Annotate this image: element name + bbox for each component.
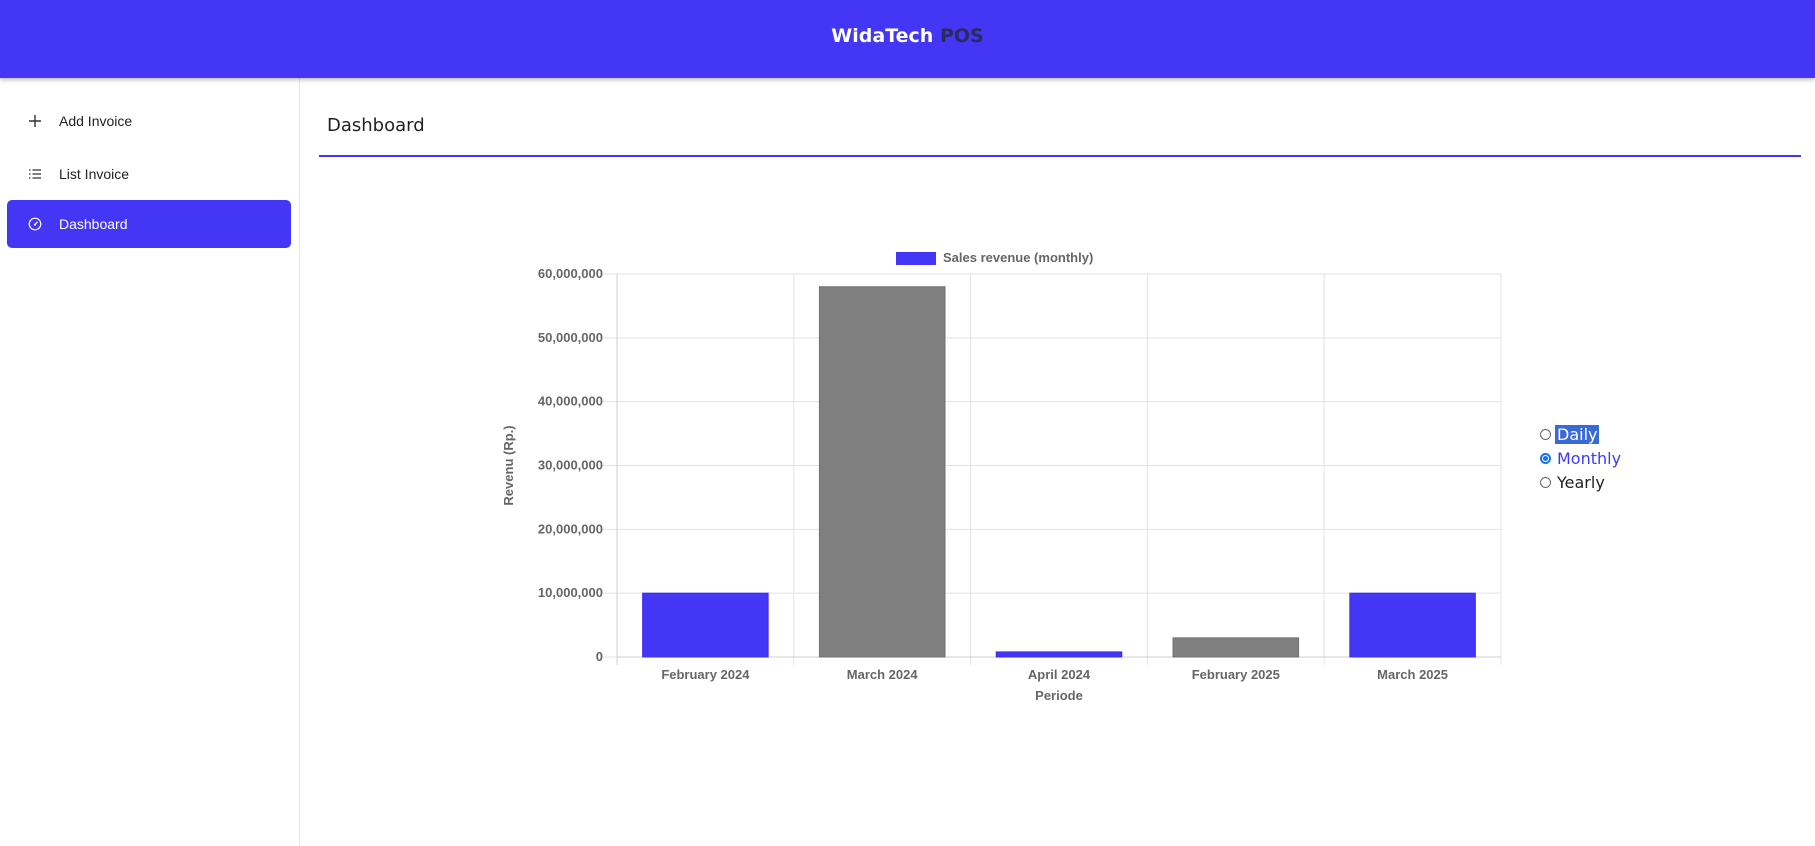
bar [818, 286, 946, 658]
y-tick-label: 60,000,000 [538, 266, 603, 281]
legend-label: Sales revenue (monthly) [943, 250, 1093, 265]
top-bar: WidaTech POS [0, 0, 1815, 78]
x-tick-label: March 2024 [847, 667, 919, 682]
radio-daily[interactable]: Daily [1540, 422, 1623, 446]
radio-yearly-label[interactable]: Yearly [1555, 473, 1607, 492]
sidebar-item-list-invoice[interactable]: List Invoice [7, 150, 291, 198]
sidebar-item-label: Dashboard [59, 216, 128, 232]
x-tick-label: February 2025 [1192, 667, 1280, 682]
radio-monthly-input[interactable] [1540, 452, 1551, 464]
x-tick-label: March 2025 [1377, 667, 1448, 682]
radio-monthly[interactable]: Monthly [1540, 446, 1623, 470]
legend-swatch [896, 252, 936, 265]
sidebar-item-label: List Invoice [59, 166, 130, 182]
list-icon [27, 166, 43, 182]
revenue-chart: 0 10,000,000 20,000,000 30,000,000 40,000,00… [501, 250, 1502, 703]
y-axis-title: Revenu (Rp.) [501, 425, 516, 505]
sidebar-item-dashboard[interactable]: Dashboard [7, 200, 291, 248]
y-tick-label: 0 [596, 649, 603, 664]
sidebar-item-label: Add Invoice [59, 113, 133, 129]
radio-monthly-label[interactable]: Monthly [1555, 449, 1623, 468]
brand-name: WidaTech [831, 25, 934, 47]
y-tick-label: 20,000,000 [538, 521, 603, 536]
bar [1172, 637, 1300, 658]
x-tick-label: April 2024 [1028, 667, 1091, 682]
sidebar: Add Invoice List Invoice Dashboard [0, 78, 300, 846]
bar [1349, 592, 1476, 658]
y-tick-label: 50,000,000 [538, 330, 603, 345]
gauge-icon [27, 216, 43, 232]
radio-yearly-input[interactable] [1540, 476, 1551, 488]
y-tick-label: 10,000,000 [538, 585, 603, 600]
sidebar-item-add-invoice[interactable]: Add Invoice [7, 97, 291, 145]
y-tick-label: 40,000,000 [538, 394, 603, 409]
x-tick-label: February 2024 [661, 667, 750, 682]
bar [995, 651, 1123, 658]
radio-daily-label[interactable]: Daily [1555, 424, 1600, 444]
radio-daily-input[interactable] [1540, 428, 1551, 440]
period-selector: Daily Monthly Yearly [1540, 422, 1623, 494]
plus-icon [27, 113, 43, 129]
x-axis-title: Periode [1035, 688, 1083, 703]
y-tick-label: 30,000,000 [538, 458, 603, 473]
brand-accent: POS [939, 25, 984, 47]
app-brand: WidaTech POS [0, 25, 1815, 47]
bar [642, 592, 769, 658]
page-title: Dashboard [327, 115, 425, 136]
radio-yearly[interactable]: Yearly [1540, 470, 1623, 494]
title-divider [319, 155, 1801, 157]
